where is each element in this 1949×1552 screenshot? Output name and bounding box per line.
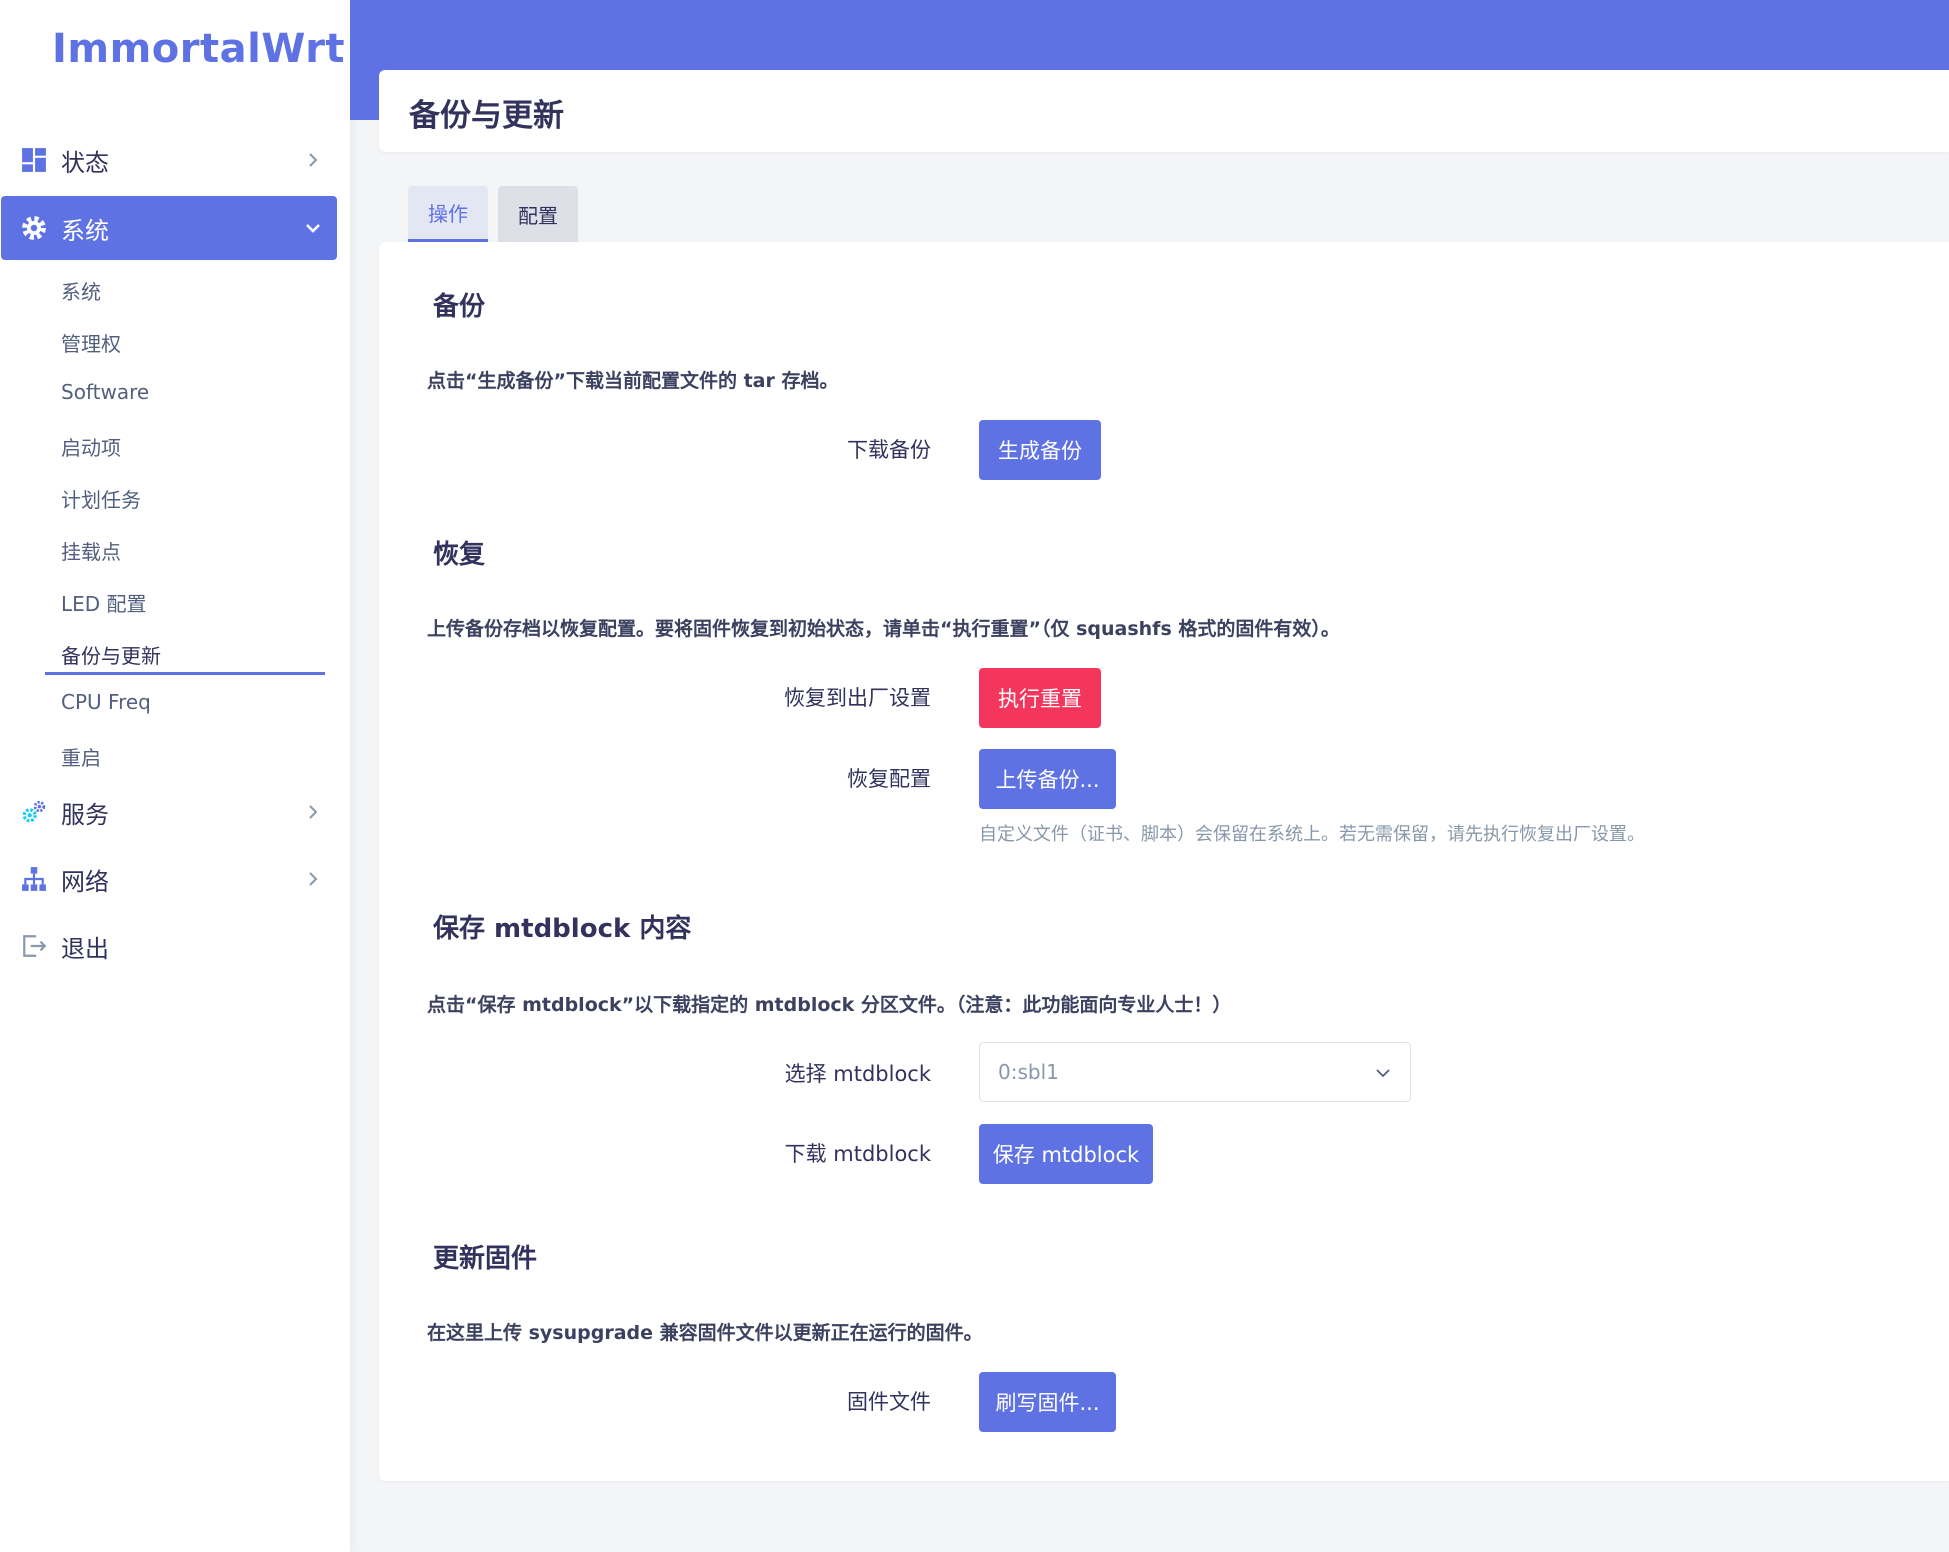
page-title: 备份与更新 xyxy=(409,98,564,134)
logout-icon xyxy=(23,935,47,957)
sidebar-sub-admin[interactable]: 管理权 xyxy=(61,328,121,357)
section-desc-firmware: 在这里上传 sysupgrade 兼容固件文件以更新正在运行的固件。 xyxy=(427,1322,983,1344)
section-desc-backup: 点击“生成备份”下载当前配置文件的 tar 存档。 xyxy=(427,370,839,392)
sidebar-sub-mounts[interactable]: 挂载点 xyxy=(61,536,121,565)
field-label-download-mtdblock: 下载 mtdblock xyxy=(784,1142,931,1166)
generate-backup-button[interactable]: 生成备份 xyxy=(979,420,1101,480)
field-label-select-mtdblock: 选择 mtdblock xyxy=(784,1062,931,1086)
flash-firmware-button[interactable]: 刷写固件... xyxy=(979,1372,1116,1432)
sidebar-item-status[interactable]: 状态 xyxy=(1,128,337,192)
dashboard-icon xyxy=(22,148,46,172)
section-title-mtdblock: 保存 mtdblock 内容 xyxy=(433,914,692,944)
section-desc-restore: 上传备份存档以恢复配置。要将固件恢复到初始状态，请单击“执行重置”（仅 squa… xyxy=(427,618,1340,640)
field-label-firmware-file: 固件文件 xyxy=(847,1390,931,1414)
logo[interactable]: ImmortalWrt xyxy=(52,26,345,72)
field-label-factory-reset: 恢复到出厂设置 xyxy=(784,686,931,710)
mtdblock-select[interactable]: 0:sbl1 xyxy=(979,1042,1411,1102)
section-title-restore: 恢复 xyxy=(433,540,486,570)
chevron-down-icon xyxy=(1376,1069,1390,1078)
restore-hint: 自定义文件（证书、脚本）会保留在系统上。若无需保留，请先执行恢复出厂设置。 xyxy=(979,824,1645,845)
sidebar-sub-software[interactable]: Software xyxy=(61,380,149,404)
perform-reset-button[interactable]: 执行重置 xyxy=(979,668,1101,728)
sidebar-sub-startup[interactable]: 启动项 xyxy=(61,432,121,461)
sidebar-sub-system[interactable]: 系统 xyxy=(61,276,101,305)
sidebar-sub-backup-upgrade[interactable]: 备份与更新 xyxy=(61,640,161,669)
sidebar-item-system[interactable]: 系统 xyxy=(1,196,337,260)
sidebar-item-label: 状态 xyxy=(61,148,109,177)
sidebar-item-network[interactable]: 网络 xyxy=(1,847,337,911)
sidebar-sub-crontab[interactable]: 计划任务 xyxy=(61,484,141,513)
page-title-card: 备份与更新 xyxy=(379,70,1949,152)
sidebar-sub-reboot[interactable]: 重启 xyxy=(61,742,101,771)
mtdblock-select-value: 0:sbl1 xyxy=(998,1060,1059,1084)
chevron-right-icon xyxy=(309,872,318,886)
sidebar: ImmortalWrt 状态 系统 系统 管理权 Software 启动项 计划… xyxy=(0,0,350,1552)
sidebar-item-services[interactable]: 服务 xyxy=(1,780,337,844)
sidebar-item-logout[interactable]: 退出 xyxy=(1,914,337,978)
chevron-down-icon xyxy=(306,224,320,233)
field-label-download-backup: 下载备份 xyxy=(847,438,931,462)
section-desc-mtdblock: 点击“保存 mtdblock”以下载指定的 mtdblock 分区文件。（注意：… xyxy=(427,994,1232,1016)
network-icon xyxy=(22,867,46,891)
active-sub-indicator xyxy=(45,672,325,675)
gear-icon xyxy=(22,216,46,240)
section-title-backup: 备份 xyxy=(433,292,486,322)
sidebar-sub-led[interactable]: LED 配置 xyxy=(61,588,147,617)
sidebar-item-label: 服务 xyxy=(61,800,109,829)
tab-configuration[interactable]: 配置 xyxy=(498,186,578,242)
tab-actions[interactable]: 操作 xyxy=(408,186,488,242)
upload-backup-button[interactable]: 上传备份... xyxy=(979,749,1116,809)
chevron-right-icon xyxy=(309,805,318,819)
sidebar-item-label: 网络 xyxy=(61,867,109,896)
main-card: 备份 点击“生成备份”下载当前配置文件的 tar 存档。 下载备份 生成备份 恢… xyxy=(379,242,1949,1481)
services-icon xyxy=(22,800,46,823)
sidebar-item-label: 退出 xyxy=(61,934,109,963)
section-title-firmware: 更新固件 xyxy=(433,1244,538,1274)
sidebar-item-label: 系统 xyxy=(61,216,109,245)
chevron-right-icon xyxy=(309,153,318,167)
save-mtdblock-button[interactable]: 保存 mtdblock xyxy=(979,1124,1153,1184)
sidebar-sub-cpufreq[interactable]: CPU Freq xyxy=(61,690,151,714)
field-label-restore-config: 恢复配置 xyxy=(847,767,931,791)
